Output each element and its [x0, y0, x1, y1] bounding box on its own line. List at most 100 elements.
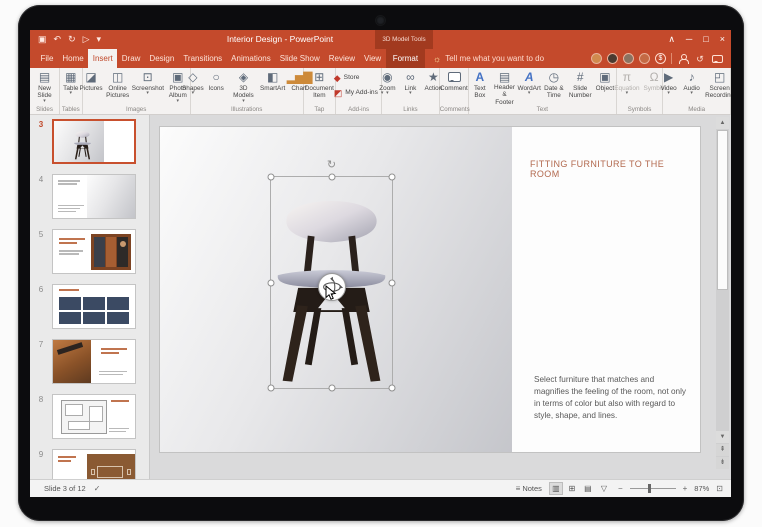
icons-button[interactable]: ○Icons	[205, 69, 228, 105]
reading-view-button[interactable]: ▤	[581, 482, 595, 495]
video-button[interactable]: ▶Video▾	[657, 69, 680, 105]
slide-thumbnail-7[interactable]	[52, 339, 136, 384]
text-box-button[interactable]: AText Box	[468, 69, 491, 105]
ribbon-group-links: ◉Zoom▾∞Link▾★ActionLinks	[382, 68, 440, 114]
undo-icon[interactable]: ↶	[54, 34, 62, 45]
resize-handle-e[interactable]	[389, 279, 396, 286]
minimize-button[interactable]: ─	[686, 30, 692, 49]
slide-thumbnail-3[interactable]	[52, 119, 136, 164]
table-icon: ▦	[65, 70, 76, 85]
scrollbar-thumb[interactable]	[717, 130, 728, 290]
normal-view-button[interactable]: ▥	[549, 482, 563, 495]
redo-icon[interactable]: ↻	[68, 34, 76, 45]
resize-handle-nw[interactable]	[268, 174, 275, 181]
pictures-button[interactable]: ◪Pictures	[80, 69, 103, 105]
slide-sorter-view-button[interactable]: ⊞	[565, 482, 579, 495]
slide-number: 6	[30, 284, 52, 294]
tab-transitions[interactable]: Transitions	[179, 49, 227, 68]
vertical-scrollbar[interactable]: ▲ ▼ ⇞ ⇟	[716, 117, 729, 469]
tab-home[interactable]: Home	[58, 49, 88, 68]
collaborator-2-avatar[interactable]	[607, 53, 618, 64]
equation-button: πEquation▾	[612, 69, 641, 105]
resize-handle-ne[interactable]	[389, 174, 396, 181]
date-time-button[interactable]: ◷Date & Time	[541, 69, 567, 105]
slide-thumbnail-5[interactable]	[52, 229, 136, 274]
slideshow-view-button[interactable]: ▽	[597, 482, 611, 495]
3d-models-button[interactable]: ◈3D Models▾	[228, 69, 260, 105]
collaborator-3-avatar[interactable]	[623, 53, 634, 64]
scroll-up-button[interactable]: ▲	[716, 117, 729, 129]
fit-slide-to-window-button[interactable]: ⊡	[716, 484, 723, 493]
slide-thumbnail-9[interactable]	[52, 449, 136, 479]
zoom-in-button[interactable]: +	[683, 484, 688, 493]
slide-thumbnail-4[interactable]	[52, 174, 136, 219]
resize-handle-w[interactable]	[268, 279, 275, 286]
tab-view[interactable]: View	[360, 49, 386, 68]
ribbon-display-options-button[interactable]: ∧	[668, 30, 675, 49]
zoom-out-button[interactable]: −	[618, 484, 623, 493]
3d-model-selection-box[interactable]: ↻	[270, 176, 393, 389]
tab-draw[interactable]: Draw	[117, 49, 145, 68]
resize-handle-se[interactable]	[389, 385, 396, 392]
collaborator-1-avatar[interactable]	[591, 53, 602, 64]
slide-thumbnail-8[interactable]	[52, 394, 136, 439]
maximize-button[interactable]: □	[703, 30, 708, 49]
wordart-button[interactable]: AWordArt▾	[518, 69, 541, 105]
share-person-icon[interactable]	[677, 53, 689, 65]
online-pictures-button[interactable]: ◫Online Pictures	[103, 69, 133, 105]
rotation-handle[interactable]: ↻	[327, 160, 336, 171]
thumbnail-row: 4	[30, 174, 149, 219]
button-label: Pictures	[80, 85, 103, 92]
zoom-percentage[interactable]: 87%	[694, 484, 709, 493]
notes-button[interactable]: ≡ Notes	[516, 484, 542, 493]
tell-me-box[interactable]: ☼ Tell me what you want to do	[433, 49, 544, 68]
slide-body-text[interactable]: Select furniture that matches and magnif…	[534, 374, 688, 422]
tab-format[interactable]: Format	[386, 49, 425, 68]
comment-button[interactable]: Comment	[438, 69, 470, 105]
tab-design[interactable]: Design	[145, 49, 179, 68]
tab-slide-show[interactable]: Slide Show	[275, 49, 324, 68]
slide-title-text[interactable]: FITTING FURNITURE TO THE ROOM	[530, 159, 690, 179]
resize-handle-s[interactable]	[328, 385, 335, 392]
zoom-button[interactable]: ◉Zoom▾	[376, 69, 399, 105]
audio-button[interactable]: ♪Audio▾	[680, 69, 703, 105]
header-footer-button[interactable]: ▤Header & Footer	[491, 69, 517, 105]
scroll-down-button[interactable]: ▼	[716, 431, 729, 443]
thumbnail-row: 8	[30, 394, 149, 439]
collaborator-4-avatar[interactable]	[639, 53, 650, 64]
slide-thumbnail-6[interactable]	[52, 284, 136, 329]
dollar-badge[interactable]: $	[655, 53, 666, 64]
close-button[interactable]: ×	[720, 30, 725, 49]
tab-insert[interactable]: Insert	[88, 49, 117, 68]
shapes-button[interactable]: ◇Shapes▾	[181, 69, 205, 105]
tab-review[interactable]: Review	[324, 49, 359, 68]
resize-handle-sw[interactable]	[268, 385, 275, 392]
start-from-beginning-icon[interactable]: ▷	[83, 34, 90, 45]
zoom-slider[interactable]	[630, 482, 676, 495]
slide-indicator: Slide 3 of 12	[44, 484, 86, 493]
button-label: Icons	[209, 85, 224, 92]
resize-handle-n[interactable]	[328, 174, 335, 181]
tab-animations[interactable]: Animations	[227, 49, 276, 68]
ribbon-group-label: Images	[83, 106, 190, 113]
slide-canvas[interactable]: FITTING FURNITURE TO THE ROOM Select fur…	[160, 127, 700, 452]
customize-quick-access-icon[interactable]: ▾	[97, 34, 102, 45]
presence-divider	[671, 53, 672, 64]
screen-recording-button[interactable]: ◰Screen Recording	[703, 69, 731, 105]
zoom-slider-thumb[interactable]	[648, 484, 651, 493]
comments-icon[interactable]	[711, 53, 723, 65]
view-switcher: ▥⊞▤▽	[549, 482, 611, 495]
link-button[interactable]: ∞Link▾	[399, 69, 422, 105]
button-label: Document Item	[305, 85, 334, 100]
smartart-button[interactable]: ◧SmartArt	[259, 69, 286, 105]
header-footer-icon: ▤	[499, 70, 510, 84]
screenshot-button[interactable]: ⊡Screenshot▾	[133, 69, 163, 105]
new-slide-button[interactable]: ▤New Slide▾	[32, 69, 57, 105]
save-icon[interactable]: ▣	[38, 34, 47, 45]
next-slide-button[interactable]: ⇟	[716, 457, 729, 469]
tab-file[interactable]: File	[36, 49, 58, 68]
slide-number-button[interactable]: #Slide Number	[567, 69, 593, 105]
history-icon[interactable]: ↺	[694, 53, 706, 65]
previous-slide-button[interactable]: ⇞	[716, 444, 729, 456]
spellcheck-status-icon[interactable]: ✓	[94, 484, 101, 493]
